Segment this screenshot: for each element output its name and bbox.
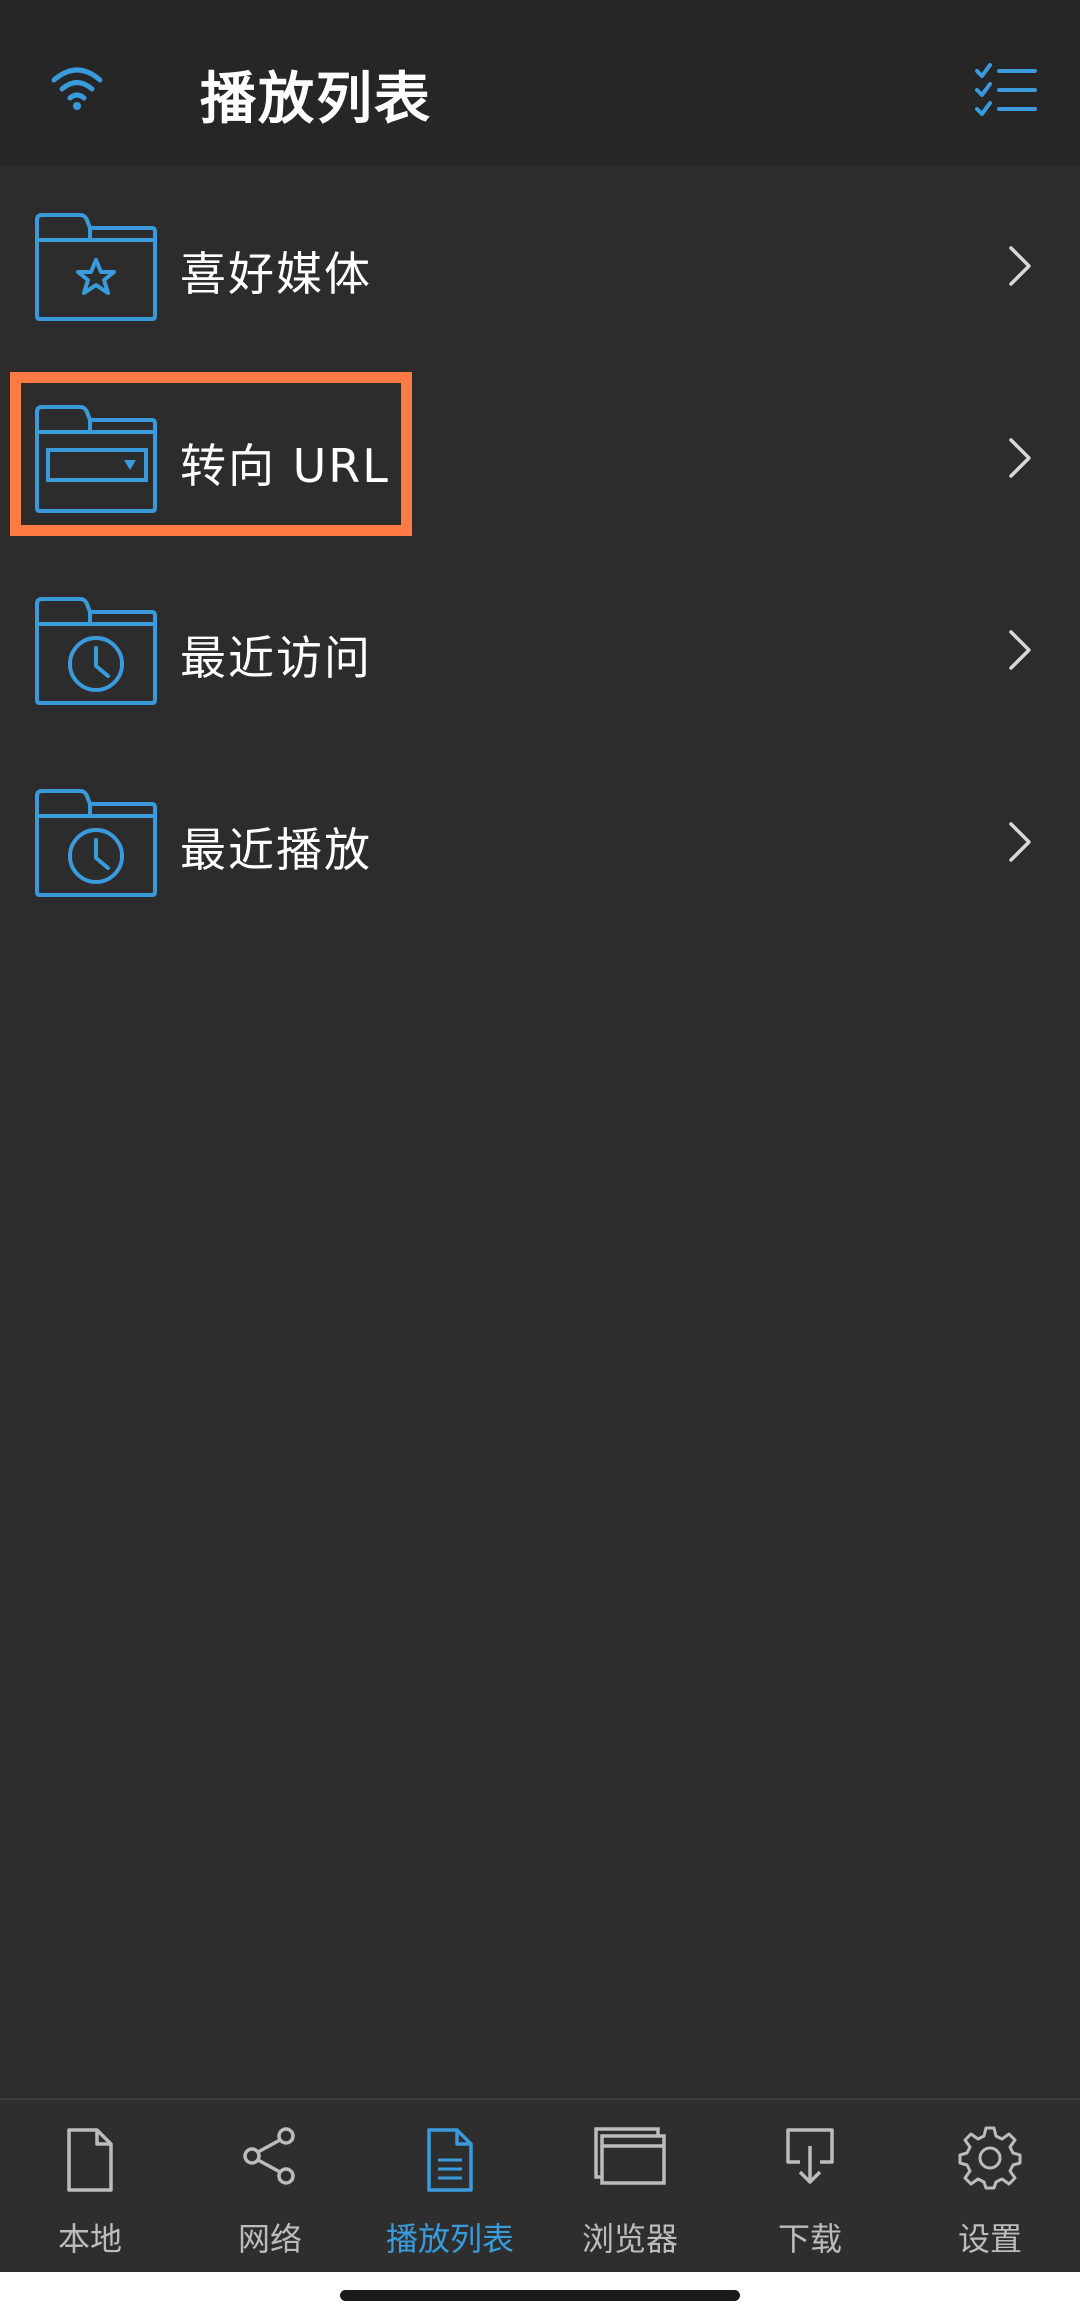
file-icon [67, 2128, 113, 2192]
chevron-right-icon [1009, 822, 1031, 862]
folder-clock-icon [35, 597, 157, 705]
browser-window-icon [594, 2127, 666, 2185]
tab-download[interactable]: 下载 [720, 2100, 900, 2272]
tab-label: 下载 [777, 2220, 842, 2258]
tab-label: 设置 [957, 2220, 1022, 2258]
tab-label: 本地 [57, 2220, 122, 2258]
playlist-label: 转向 URL [180, 439, 390, 493]
playlist-label: 最近访问 [180, 631, 372, 685]
home-indicator[interactable] [340, 2290, 740, 2301]
playlist-item-recent-played[interactable]: 最近播放 [0, 788, 1080, 938]
playlist-item-recent-visited[interactable]: 最近访问 [0, 596, 1080, 746]
checklist-icon[interactable] [975, 62, 1037, 116]
tab-network[interactable]: 网络 [180, 2100, 360, 2272]
gear-icon [958, 2126, 1022, 2190]
tab-playlist[interactable]: 播放列表 [360, 2100, 540, 2272]
tab-browser[interactable]: 浏览器 [540, 2100, 720, 2272]
tab-settings[interactable]: 设置 [900, 2100, 1080, 2272]
playlist-item-url[interactable]: 转向 URL [0, 404, 1080, 554]
folder-star-icon [35, 213, 157, 321]
download-icon [786, 2128, 834, 2184]
wifi-icon[interactable] [50, 62, 104, 112]
playlist-item-favorites[interactable]: 喜好媒体 [0, 212, 1080, 362]
tab-local[interactable]: 本地 [0, 2100, 180, 2272]
folder-clock-icon [35, 789, 157, 897]
chevron-right-icon [1009, 246, 1031, 286]
playlist-label: 最近播放 [180, 823, 372, 877]
tab-label: 浏览器 [581, 2220, 678, 2258]
playlist-label: 喜好媒体 [180, 247, 372, 301]
top-bar: 播放列表 [0, 0, 1080, 166]
chevron-right-icon [1009, 438, 1031, 478]
share-icon [243, 2127, 295, 2185]
bottom-tab-bar: 本地 网络 播放列表 浏览器 下载 设置 [0, 2098, 1080, 2272]
tab-label: 播放列表 [385, 2220, 514, 2258]
tab-label: 网络 [237, 2220, 302, 2258]
chevron-right-icon [1009, 630, 1031, 670]
page-title: 播放列表 [200, 67, 432, 132]
folder-url-icon [35, 405, 157, 513]
document-list-icon [427, 2128, 473, 2192]
